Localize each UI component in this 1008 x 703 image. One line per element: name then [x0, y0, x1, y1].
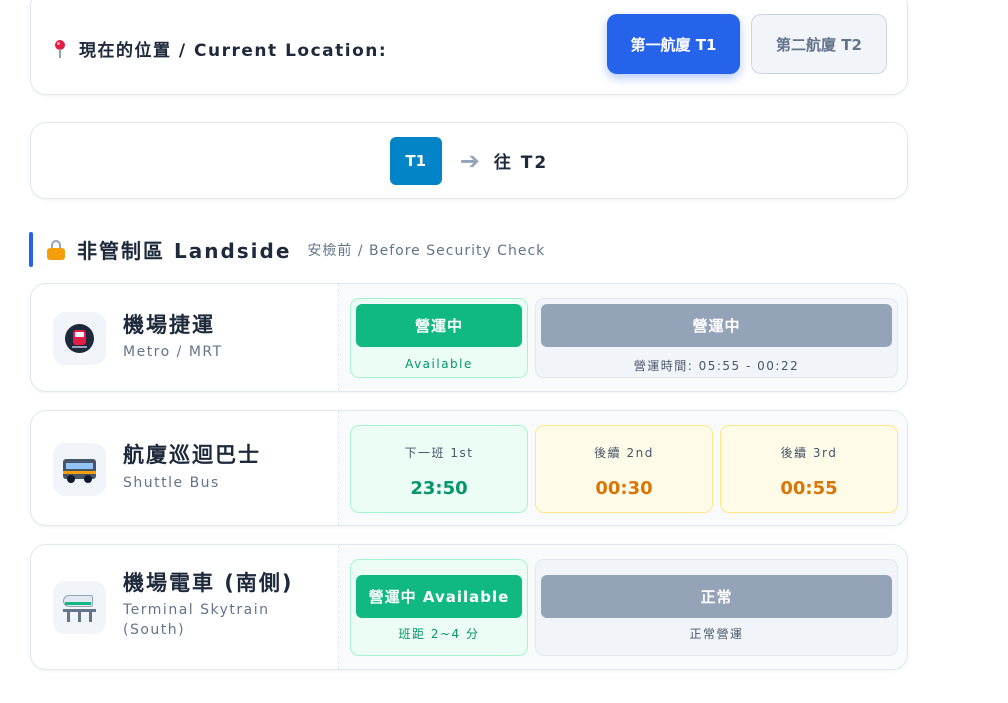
- metro-status-note: Available: [405, 357, 473, 371]
- departure-cell-3: 後續 3rd 00:55: [720, 425, 898, 513]
- unlock-icon: [47, 239, 65, 260]
- skytrain-status-pill: 營運中 Available: [356, 575, 522, 618]
- landside-section-header: 非管制區 Landside 安檢前 / Before Security Chec…: [29, 232, 545, 267]
- from-terminal-badge: T1: [389, 136, 442, 185]
- terminal-1-button[interactable]: 第一航廈 T1: [607, 14, 740, 74]
- skytrain-status-note: 班距 2~4 分: [398, 627, 480, 641]
- departure-cell-2: 後續 2nd 00:30: [535, 425, 713, 513]
- skytrain-condition-cell: 正常 正常營運: [535, 559, 898, 656]
- metro-hours-pill: 營運中: [541, 304, 892, 347]
- bus-name: 航廈巡迴巴士: [123, 443, 261, 467]
- terminal-2-button[interactable]: 第二航廈 T2: [751, 14, 887, 74]
- section-subtitle: 安檢前 / Before Security Check: [307, 242, 546, 259]
- destination-text: 往 T2: [493, 153, 549, 173]
- skytrain-row[interactable]: 機場電車 (南側) Terminal Skytrain (South) 營運中 …: [30, 544, 908, 670]
- route-card: T1 ➔ 往 T2: [30, 122, 908, 199]
- shuttle-bus-row[interactable]: 航廈巡迴巴士 Shuttle Bus 下一班 1st 23:50 後續 2nd …: [30, 410, 908, 526]
- bus-icon: [53, 443, 106, 496]
- departure-label: 下一班 1st: [404, 446, 474, 460]
- metro-status-cell: 營運中 Available: [350, 298, 528, 378]
- map-pin-icon: [53, 39, 67, 59]
- metro-status-pill: 營運中: [356, 304, 522, 347]
- current-location-text: 現在的位置 / Current Location:: [79, 41, 388, 61]
- metro-icon: [53, 312, 106, 365]
- location-card: 現在的位置 / Current Location: 第一航廈 T1 第二航廈 T…: [30, 0, 908, 95]
- skytrain-status-cell: 營運中 Available 班距 2~4 分: [350, 559, 528, 656]
- metro-row[interactable]: 機場捷運 Metro / MRT 營運中 Available 營運中 營運時間:…: [30, 283, 908, 392]
- metro-hours-cell: 營運中 營運時間: 05:55 - 00:22: [535, 298, 898, 378]
- departure-label: 後續 2nd: [594, 446, 654, 460]
- skytrain-name: 機場電車 (南側): [123, 571, 294, 595]
- section-title: 非管制區 Landside: [77, 239, 292, 263]
- departure-time: 00:55: [780, 478, 838, 499]
- section-accent-bar: [29, 232, 33, 267]
- metro-hours-note: 營運時間: 05:55 - 00:22: [633, 359, 800, 373]
- metro-name: 機場捷運: [123, 313, 215, 337]
- arrow-right-icon: ➔: [459, 146, 480, 175]
- departure-label: 後續 3rd: [780, 446, 838, 460]
- departure-cell-1: 下一班 1st 23:50: [350, 425, 528, 513]
- skytrain-condition-note: 正常營運: [689, 627, 744, 641]
- skytrain-icon: [53, 581, 106, 634]
- bus-name-en: Shuttle Bus: [123, 475, 220, 491]
- current-location-label: 現在的位置 / Current Location:: [53, 36, 387, 61]
- skytrain-name-en: Terminal Skytrain: [123, 602, 270, 618]
- metro-name-en: Metro / MRT: [123, 344, 223, 360]
- departure-time: 00:30: [595, 478, 653, 499]
- skytrain-condition-pill: 正常: [541, 575, 892, 618]
- departure-time: 23:50: [410, 478, 468, 499]
- skytrain-name-en-2: (South): [123, 622, 186, 638]
